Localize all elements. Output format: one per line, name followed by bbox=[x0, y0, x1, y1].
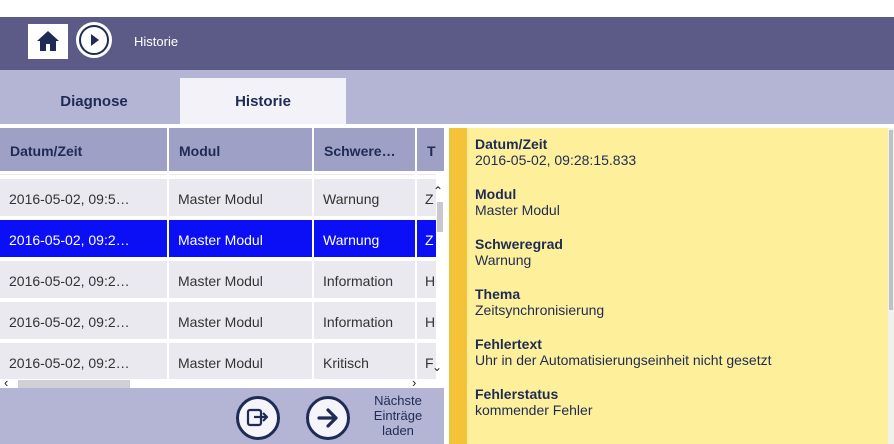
horizontal-scroll-thumb[interactable] bbox=[18, 380, 130, 388]
home-icon bbox=[37, 31, 59, 51]
cell-datetime bbox=[0, 174, 169, 177]
table-row[interactable]: 2016-05-02, 09:2… Master Modul Informati… bbox=[0, 261, 436, 300]
cell-module bbox=[169, 174, 314, 177]
detail-value: Warnung bbox=[475, 252, 532, 268]
detail-value: Zeitsynchronisierung bbox=[475, 302, 605, 318]
detail-item-module: Modul Master Modul bbox=[475, 186, 885, 219]
vertical-scroll-thumb[interactable] bbox=[437, 202, 443, 232]
detail-scrollbar[interactable] bbox=[888, 128, 894, 444]
cell-module: Master Modul bbox=[169, 343, 314, 379]
cell-module: Master Modul bbox=[169, 220, 314, 259]
expand-arrow-icon[interactable]: ▶ bbox=[452, 137, 459, 148]
home-button[interactable] bbox=[28, 24, 68, 59]
cell-module: Master Modul bbox=[169, 302, 314, 341]
tab-historie[interactable]: Historie bbox=[180, 78, 346, 124]
detail-label: Thema bbox=[475, 286, 521, 302]
detail-scroll-thumb[interactable] bbox=[889, 130, 893, 310]
cell-module: Master Modul bbox=[169, 179, 314, 218]
tab-diagnose[interactable]: Diagnose bbox=[8, 78, 180, 124]
detail-label: Fehlertext bbox=[475, 336, 542, 352]
detail-label: Modul bbox=[475, 186, 517, 202]
page-title: Historie bbox=[134, 34, 179, 49]
historie-screen: Historie Diagnose Historie Datum/Zeit Mo… bbox=[0, 0, 894, 444]
cell-topic: H bbox=[425, 313, 436, 330]
cell-topic: Z bbox=[425, 231, 434, 248]
table-row[interactable]: 2016-05-02, 09:2… Master Modul Informati… bbox=[0, 302, 436, 341]
history-table: Datum/Zeit Modul Schwere… T 2016-05-02, … bbox=[0, 128, 444, 390]
export-icon bbox=[246, 408, 269, 427]
bottom-toolbar: Nächste Einträge laden bbox=[0, 388, 444, 444]
column-header-topic[interactable]: T bbox=[417, 128, 444, 174]
table-header: Datum/Zeit Modul Schwere… T bbox=[0, 128, 444, 174]
scroll-up-icon[interactable]: ⌃ bbox=[433, 184, 443, 198]
detail-item-datetime: Datum/Zeit 2016-05-02, 09:28:15.833 bbox=[475, 136, 885, 169]
cell-severity: Warnung bbox=[314, 179, 417, 218]
detail-list: Datum/Zeit 2016-05-02, 09:28:15.833 Modu… bbox=[475, 136, 885, 436]
cell-severity: Warnung bbox=[314, 220, 417, 259]
arrow-right-icon bbox=[317, 408, 338, 428]
top-strip bbox=[0, 0, 894, 17]
table-body: 2016-05-02, 09:5… Master Modul Warnung Z… bbox=[0, 174, 436, 379]
detail-item-error-status: Fehlerstatus kommender Fehler bbox=[475, 386, 885, 419]
cell-severity bbox=[314, 174, 417, 177]
cell-severity: Information bbox=[314, 261, 417, 300]
cell-datetime: 2016-05-02, 09:2… bbox=[0, 261, 169, 300]
play-forward-icon bbox=[79, 25, 109, 55]
table-row[interactable]: 2016-05-02, 09:5… Master Modul Warnung Z bbox=[0, 179, 436, 218]
detail-value: Master Modul bbox=[475, 202, 560, 218]
cell-datetime: 2016-05-02, 09:2… bbox=[0, 343, 169, 379]
cell-datetime: 2016-05-02, 09:2… bbox=[0, 302, 169, 341]
column-header-datetime[interactable]: Datum/Zeit bbox=[0, 128, 169, 174]
forward-button[interactable] bbox=[76, 22, 112, 58]
detail-label: Datum/Zeit bbox=[475, 136, 548, 152]
cell-module: Master Modul bbox=[169, 261, 314, 300]
table-row[interactable]: 2016-05-02, 09:2… Master Modul Kritisch … bbox=[0, 343, 436, 379]
detail-value: 2016-05-02, 09:28:15.833 bbox=[475, 152, 637, 168]
cell-datetime: 2016-05-02, 09:2… bbox=[0, 220, 169, 259]
load-next-button[interactable] bbox=[306, 396, 350, 440]
title-bar: Historie bbox=[0, 0, 894, 70]
detail-label: Schweregrad bbox=[475, 236, 563, 252]
table-row-selected[interactable]: 2016-05-02, 09:2… Master Modul Warnung Z bbox=[0, 220, 436, 259]
detail-item-severity: Schweregrad Warnung bbox=[475, 236, 885, 269]
detail-value: kommender Fehler bbox=[475, 402, 593, 418]
scroll-down-icon[interactable]: ⌄ bbox=[432, 360, 442, 374]
cell-severity: Information bbox=[314, 302, 417, 341]
detail-value: Uhr in der Automatisierungseinheit nicht… bbox=[475, 352, 772, 368]
cell-topic: H bbox=[425, 272, 436, 289]
cell-datetime: 2016-05-02, 09:5… bbox=[0, 179, 169, 218]
detail-label: Fehlerstatus bbox=[475, 386, 559, 402]
column-header-severity[interactable]: Schwere… bbox=[314, 128, 417, 174]
detail-item-topic: Thema Zeitsynchronisierung bbox=[475, 286, 885, 319]
export-button[interactable] bbox=[236, 396, 280, 440]
column-header-module[interactable]: Modul bbox=[169, 128, 314, 174]
table-vertical-scrollbar[interactable]: ⌃ ⌄ bbox=[432, 174, 444, 379]
cell-topic bbox=[417, 174, 436, 177]
table-row[interactable] bbox=[0, 174, 436, 177]
detail-item-error-text: Fehlertext Uhr in der Automatisierungsei… bbox=[475, 336, 885, 369]
load-next-label[interactable]: Nächste Einträge laden bbox=[358, 393, 438, 438]
detail-panel: ▶ Datum/Zeit 2016-05-02, 09:28:15.833 Mo… bbox=[449, 128, 894, 444]
tab-bar: Diagnose Historie bbox=[0, 70, 894, 124]
cell-severity: Kritisch bbox=[314, 343, 417, 379]
